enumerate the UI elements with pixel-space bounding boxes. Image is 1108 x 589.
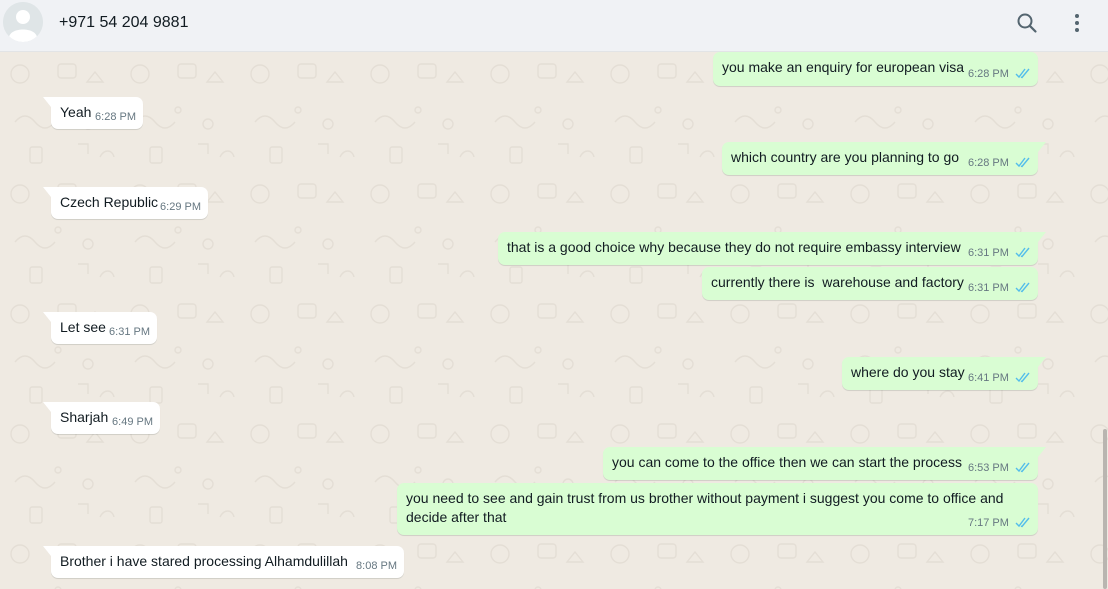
read-receipt-icon (1015, 372, 1030, 383)
message-time: 6:28 PM (967, 157, 1009, 169)
message-bubble-outgoing[interactable]: you make an enquiry for european visa 6:… (713, 52, 1038, 86)
message-meta: 6:31 PM (968, 246, 1031, 261)
message-bubble-outgoing[interactable]: you need to see and gain trust from us b… (397, 483, 1038, 535)
message-time: 6:31 PM (967, 282, 1009, 294)
avatar[interactable] (3, 2, 43, 42)
message-meta: 6:28 PM (968, 67, 1031, 82)
message-bubble-outgoing[interactable]: you can come to the office then we can s… (603, 447, 1046, 480)
scrollbar-thumb[interactable] (1103, 429, 1107, 589)
read-receipt-icon (1015, 247, 1030, 258)
message-time: 6:49 PM (112, 416, 153, 428)
message-meta: 6:28 PM (968, 156, 1031, 171)
message-time: 8:08 PM (356, 560, 397, 572)
message-bubble-outgoing[interactable]: where do you stay 6:41 PM (842, 357, 1046, 390)
read-receipt-icon (1015, 517, 1030, 528)
message-meta: 6:31 PM (968, 281, 1031, 296)
chat-header: +971 54 204 9881 (0, 0, 1108, 52)
message-time: 6:29 PM (160, 201, 201, 213)
message-bubble-incoming[interactable]: Brother i have stared processing Alhamdu… (43, 546, 404, 578)
message-text: where do you stay (851, 364, 965, 380)
message-text: currently there is warehouse and factory (711, 274, 964, 290)
search-button[interactable] (1015, 11, 1039, 35)
message-time: 6:28 PM (967, 68, 1009, 80)
message-time: 6:41 PM (967, 372, 1009, 384)
read-receipt-icon (1015, 462, 1030, 473)
message-bubble-incoming[interactable]: Sharjah 6:49 PM (43, 402, 160, 434)
message-meta: 7:17 PM (968, 516, 1031, 531)
message-text: Czech Republic (60, 194, 159, 210)
message-time: 6:53 PM (967, 462, 1009, 474)
more-vertical-icon (1075, 14, 1079, 32)
message-time: 7:17 PM (967, 517, 1009, 529)
message-bubble-outgoing[interactable]: currently there is warehouse and factory… (702, 267, 1038, 300)
menu-button[interactable] (1065, 11, 1089, 35)
contact-name[interactable]: +971 54 204 9881 (59, 14, 188, 32)
message-text: which country are you planning to go (731, 149, 960, 165)
message-bubble-incoming[interactable]: Yeah 6:28 PM (43, 97, 143, 129)
read-receipt-icon (1015, 68, 1030, 79)
message-time: 6:28 PM (95, 111, 136, 123)
message-meta: 6:53 PM (968, 461, 1031, 476)
message-text: you make an enquiry for european visa (722, 59, 965, 75)
message-text: you can come to the office then we can s… (612, 454, 962, 470)
message-time: 6:31 PM (967, 247, 1009, 259)
message-time: 6:31 PM (109, 326, 150, 338)
message-text: Sharjah (60, 409, 109, 425)
message-bubble-incoming[interactable]: Let see 6:31 PM (43, 312, 157, 344)
message-text: you need to see and gain trust from us b… (406, 490, 1004, 525)
message-meta: 6:41 PM (968, 371, 1031, 386)
message-text: Yeah (60, 104, 92, 120)
message-bubble-incoming[interactable]: Czech Republic 6:29 PM (43, 187, 208, 219)
read-receipt-icon (1015, 157, 1030, 168)
message-text: that is a good choice why because they d… (507, 239, 961, 255)
search-icon (1017, 13, 1037, 33)
message-text: Let see (60, 319, 106, 335)
default-avatar-icon (3, 2, 43, 42)
message-text: Brother i have stared processing Alhamdu… (60, 553, 348, 569)
message-bubble-outgoing[interactable]: which country are you planning to go 6:2… (722, 142, 1046, 175)
message-bubble-outgoing[interactable]: that is a good choice why because they d… (498, 232, 1046, 265)
message-list[interactable]: you make an enquiry for european visa 6:… (0, 52, 1108, 589)
read-receipt-icon (1015, 282, 1030, 293)
